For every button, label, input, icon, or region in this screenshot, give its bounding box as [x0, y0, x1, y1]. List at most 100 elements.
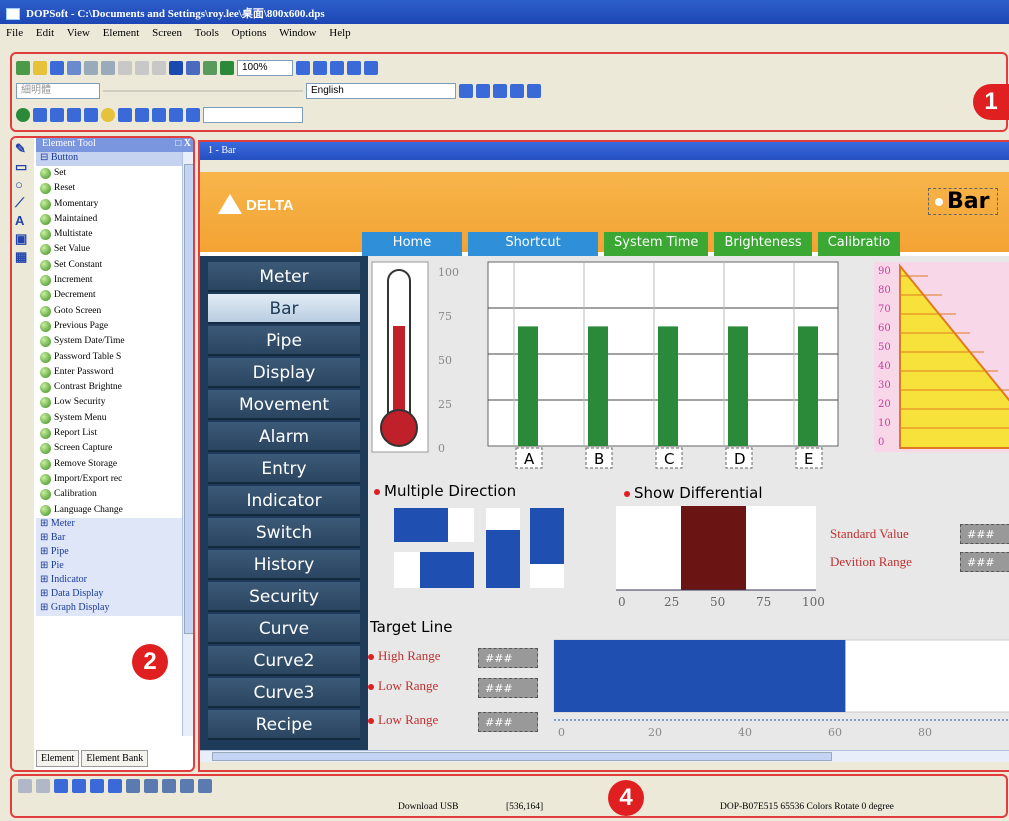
- nav-button[interactable]: Pipe: [208, 326, 360, 356]
- tree-item[interactable]: Decrement: [36, 288, 182, 303]
- nav-button[interactable]: Curve2: [208, 646, 360, 676]
- save-icon[interactable]: [50, 61, 64, 75]
- zoom-in-icon[interactable]: [296, 61, 310, 75]
- tree-group[interactable]: ⊞ Data Display: [36, 587, 182, 602]
- zoom-fit-icon[interactable]: [330, 61, 344, 75]
- align-right-icon[interactable]: [493, 84, 507, 98]
- tree-item[interactable]: Set: [36, 166, 182, 181]
- tab-shortcut[interactable]: Shortcut: [468, 232, 598, 258]
- standard-value-field[interactable]: ###: [960, 524, 1009, 544]
- tree-scrollbar-thumb[interactable]: [184, 164, 193, 634]
- nav-button[interactable]: Indicator: [208, 486, 360, 516]
- text-icon[interactable]: A: [15, 214, 29, 228]
- pipe-element-icon[interactable]: [67, 108, 81, 122]
- grid-icon[interactable]: [198, 779, 212, 793]
- nav-button[interactable]: Switch: [208, 518, 360, 548]
- tree-item[interactable]: Set Constant: [36, 258, 182, 273]
- tree-item[interactable]: System Date/Time: [36, 334, 182, 349]
- tree-item[interactable]: Remove Storage: [36, 457, 182, 472]
- tree-item[interactable]: Goto Screen: [36, 304, 182, 319]
- devition-range-field[interactable]: ###: [960, 552, 1009, 572]
- tree-item[interactable]: Contrast Brightne: [36, 380, 182, 395]
- tree-item[interactable]: Momentary: [36, 197, 182, 212]
- tree-item[interactable]: Enter Password: [36, 365, 182, 380]
- copy-icon[interactable]: [135, 61, 149, 75]
- zoom-select[interactable]: 100%: [237, 60, 293, 76]
- tab-system-time[interactable]: System Time: [604, 232, 709, 258]
- group-icon[interactable]: [18, 779, 32, 793]
- table-icon[interactable]: ▦: [15, 250, 29, 264]
- tree-item[interactable]: Screen Capture: [36, 441, 182, 456]
- tree-item[interactable]: Report List: [36, 426, 182, 441]
- menu-view[interactable]: View: [67, 27, 90, 39]
- tree-group[interactable]: ⊞ Pie: [36, 559, 182, 574]
- button-element-icon[interactable]: [16, 108, 30, 122]
- nav-button[interactable]: Display: [208, 358, 360, 388]
- table-element-icon[interactable]: [186, 108, 200, 122]
- input-element-icon[interactable]: [152, 108, 166, 122]
- zoom-out-icon[interactable]: [313, 61, 327, 75]
- layer-select[interactable]: [203, 107, 303, 123]
- tree-item[interactable]: Previous Page: [36, 319, 182, 334]
- nav-button[interactable]: Recipe: [208, 710, 360, 740]
- rectangle-icon[interactable]: ▭: [15, 160, 29, 174]
- tree-group[interactable]: ⊞ Bar: [36, 531, 182, 546]
- rotate-left-icon[interactable]: [347, 61, 361, 75]
- tree-item[interactable]: Reset: [36, 181, 182, 196]
- rotate-right-icon[interactable]: [364, 61, 378, 75]
- cut-icon[interactable]: [118, 61, 132, 75]
- tree-group-button[interactable]: ⊟ Button: [36, 152, 182, 166]
- find-icon[interactable]: [169, 61, 183, 75]
- align-left-icon[interactable]: [459, 84, 473, 98]
- font-select[interactable]: 細明體: [16, 83, 100, 99]
- tab-home[interactable]: Home: [362, 232, 462, 258]
- menu-edit[interactable]: Edit: [36, 27, 54, 39]
- nav-button[interactable]: Movement: [208, 390, 360, 420]
- forward-icon[interactable]: [90, 779, 104, 793]
- tab-element-bank[interactable]: Element Bank: [81, 750, 149, 767]
- menu-options[interactable]: Options: [232, 27, 267, 39]
- nav-button[interactable]: Security: [208, 582, 360, 612]
- nav-button[interactable]: Bar: [208, 294, 360, 324]
- same-width-icon[interactable]: [162, 779, 176, 793]
- tree-group[interactable]: ⊞ Pipe: [36, 545, 182, 560]
- menu-file[interactable]: File: [6, 27, 23, 39]
- tree-scrollbar[interactable]: [182, 152, 193, 736]
- paste-icon[interactable]: [152, 61, 166, 75]
- same-height-icon[interactable]: [180, 779, 194, 793]
- high-range-field[interactable]: ###: [478, 648, 538, 668]
- image-icon[interactable]: ▣: [15, 232, 29, 246]
- undo-icon[interactable]: [84, 61, 98, 75]
- tree-item[interactable]: Maintained: [36, 212, 182, 227]
- tree-item[interactable]: Import/Export rec: [36, 472, 182, 487]
- redo-icon[interactable]: [101, 61, 115, 75]
- bar-element-icon[interactable]: [50, 108, 64, 122]
- tree-item[interactable]: Set Value: [36, 242, 182, 257]
- display-element-icon[interactable]: [118, 108, 132, 122]
- backward-icon[interactable]: [108, 779, 122, 793]
- panel-close-button[interactable]: □ X: [175, 138, 191, 149]
- nav-button[interactable]: Curve3: [208, 678, 360, 708]
- menu-window[interactable]: Window: [279, 27, 316, 39]
- tree-group[interactable]: ⊞ Meter: [36, 517, 182, 532]
- indicator-element-icon[interactable]: [101, 108, 115, 122]
- nav-button[interactable]: Alarm: [208, 422, 360, 452]
- send-back-icon[interactable]: [72, 779, 86, 793]
- distribute-icon[interactable]: [144, 779, 158, 793]
- ungroup-icon[interactable]: [36, 779, 50, 793]
- nav-button[interactable]: Meter: [208, 262, 360, 292]
- tree-item[interactable]: Increment: [36, 273, 182, 288]
- language-select[interactable]: English: [306, 83, 456, 99]
- tree-item[interactable]: Password Table S: [36, 350, 182, 365]
- print-icon[interactable]: [67, 61, 81, 75]
- nav-button[interactable]: Curve: [208, 614, 360, 644]
- circle-icon[interactable]: ○: [15, 178, 29, 192]
- line-icon[interactable]: ⟋: [15, 196, 29, 210]
- low-range-field[interactable]: ###: [478, 678, 538, 698]
- document-hscrollbar[interactable]: [200, 750, 1009, 762]
- tree-item[interactable]: System Menu: [36, 411, 182, 426]
- curve-element-icon[interactable]: [169, 108, 183, 122]
- menu-tools[interactable]: Tools: [195, 27, 219, 39]
- pie-element-icon[interactable]: [84, 108, 98, 122]
- pencil-icon[interactable]: ✎: [15, 142, 29, 156]
